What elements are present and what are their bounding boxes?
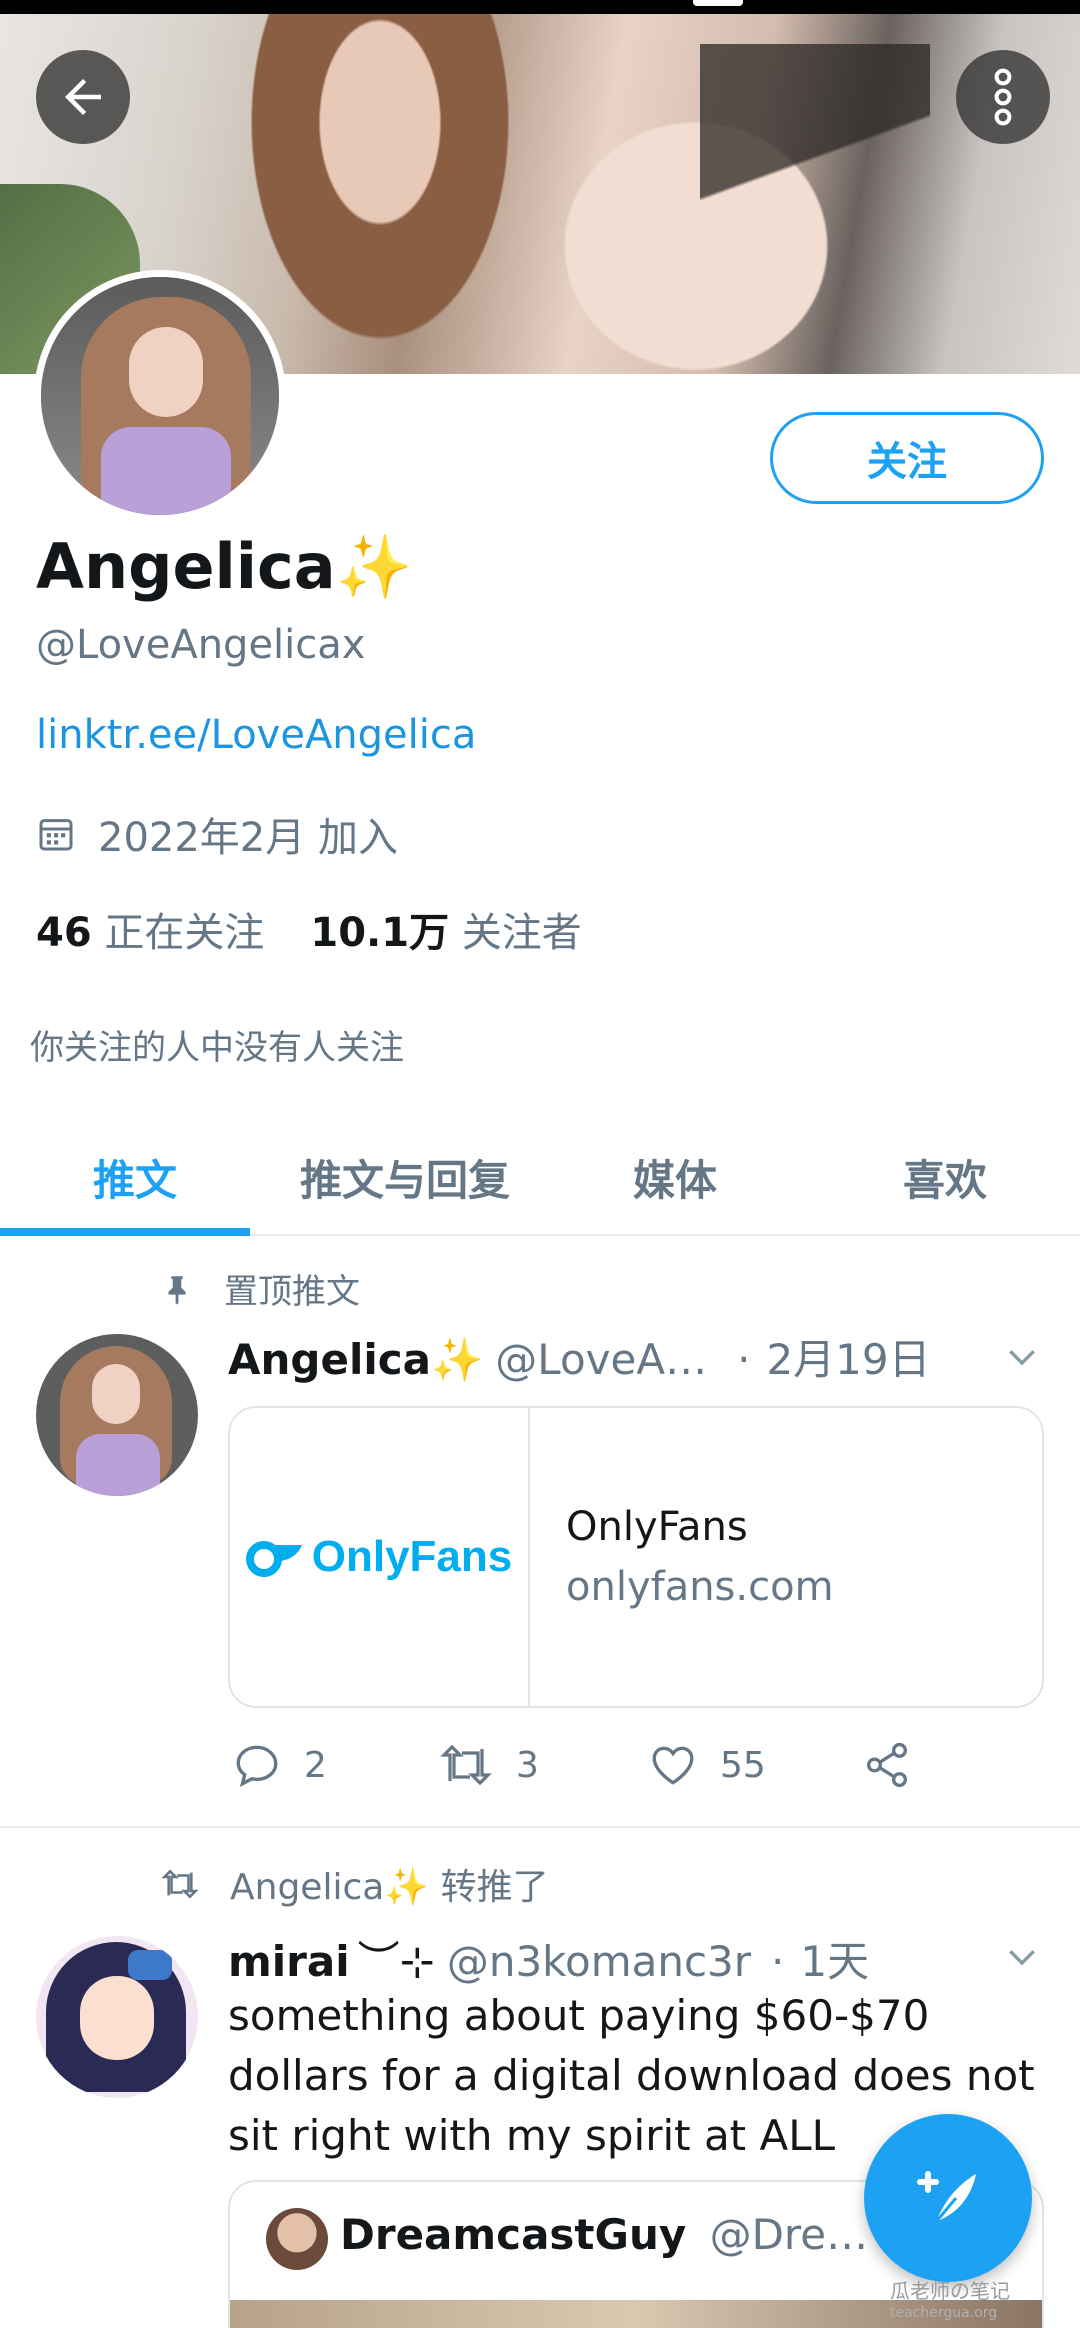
tweet-divider: [0, 1826, 1080, 1828]
tab-likes[interactable]: 喜欢: [810, 1120, 1080, 1234]
profile-name: Angelica✨: [36, 530, 413, 604]
share-button[interactable]: [862, 1740, 912, 1790]
tab-tweets-and-replies[interactable]: 推文与回复: [270, 1120, 540, 1234]
follow-counts: 46 正在关注 10.1万 关注者: [36, 900, 582, 958]
like-icon: [652, 1746, 694, 1785]
reply-button[interactable]: 2: [232, 1740, 438, 1790]
retweet-count: 3: [516, 1744, 539, 1786]
retweet-author-name[interactable]: mirai: [228, 1937, 350, 1986]
more-options-button[interactable]: [956, 50, 1050, 144]
retweet-date[interactable]: 1天: [800, 1928, 869, 1989]
followers-label: 关注者: [461, 910, 582, 956]
tweet-author-handle: @LoveA…: [495, 1335, 708, 1384]
quoted-author-handle: @Dre…: [709, 2210, 869, 2259]
retweet-icon: [440, 1744, 492, 1786]
share-icon: [867, 1742, 907, 1788]
tab-tweets[interactable]: 推文: [0, 1120, 270, 1234]
watermark: 瓜老师の笔记 teachergua.org: [890, 2280, 1010, 2324]
following-count-link[interactable]: 46 正在关注: [36, 900, 264, 958]
quoted-author-name: DreamcastGuy: [340, 2210, 687, 2259]
retweet-name-suffix: ︶⊹: [357, 1937, 435, 1986]
pin-icon: [168, 1275, 186, 1305]
tweet-actions: 2 3 55: [232, 1740, 912, 1790]
profile-website-link[interactable]: linktr.ee/LoveAngelica: [36, 712, 476, 758]
card-text: OnlyFans onlyfans.com: [530, 1408, 834, 1706]
watermark-line2: teachergua.org: [890, 2305, 998, 2321]
pinned-label-row: 置顶推文: [160, 1264, 360, 1313]
banner-figure-legs: [700, 44, 930, 344]
more-vertical-icon: [994, 68, 1012, 126]
retweet-button[interactable]: 3: [438, 1740, 648, 1790]
pinned-label: 置顶推文: [224, 1272, 360, 1312]
tab-media[interactable]: 媒体: [540, 1120, 810, 1234]
chevron-down-icon[interactable]: [1002, 1938, 1042, 1978]
retweet-separator: ·: [771, 1937, 785, 1986]
active-tab-indicator: [0, 1228, 250, 1236]
tweet-author-name[interactable]: Angelica✨: [228, 1335, 483, 1385]
like-count: 55: [720, 1744, 766, 1786]
profile-avatar[interactable]: [34, 270, 286, 522]
profile-tabs: 推文 推文与回复 媒体 喜欢: [0, 1120, 1080, 1236]
followers-count-link[interactable]: 10.1万 关注者: [310, 900, 581, 958]
retweet-header: mirai ︶⊹ @n3komanc3r · 1天: [228, 1928, 869, 1989]
status-indicator: [693, 0, 743, 6]
followers-count: 10.1万: [310, 910, 450, 956]
mutual-followers-text: 你关注的人中没有人关注: [30, 1028, 404, 1068]
follow-button[interactable]: 关注: [770, 412, 1044, 504]
back-arrow-icon: [65, 79, 101, 115]
retweet-small-icon: [161, 1869, 199, 1899]
card-domain: onlyfans.com: [566, 1564, 834, 1610]
back-button[interactable]: [36, 50, 130, 144]
retweet-author-avatar[interactable]: [36, 1936, 198, 2098]
quoted-tweet-header: DreamcastGuy @Dre…: [340, 2210, 868, 2259]
reply-count: 2: [304, 1744, 327, 1786]
profile-handle: @LoveAngelicax: [36, 622, 366, 668]
compose-tweet-button[interactable]: [864, 2114, 1032, 2282]
sparkle-emoji: ✨: [335, 530, 413, 603]
calendar-icon: [39, 819, 73, 851]
quoted-tweet-avatar: [266, 2208, 328, 2270]
pinned-tweet-header: Angelica✨ @LoveA… · 2月19日: [228, 1326, 931, 1387]
like-button[interactable]: 55: [648, 1740, 862, 1790]
joined-text: 2022年2月 加入: [98, 815, 398, 861]
onlyfans-logo-icon: [245, 1541, 302, 1577]
profile-joined: 2022年2月 加入: [36, 805, 398, 863]
profile-name-text: Angelica: [36, 530, 336, 603]
retweeted-by-text[interactable]: Angelica✨ 转推了: [230, 1858, 549, 1910]
card-title: OnlyFans: [566, 1504, 748, 1550]
tweet-date[interactable]: 2月19日: [766, 1326, 930, 1387]
retweet-author-handle: @n3komanc3r: [446, 1937, 752, 1986]
link-card[interactable]: OnlyFans OnlyFans onlyfans.com: [228, 1406, 1044, 1708]
status-bar: [0, 0, 1080, 14]
compose-icon: [917, 2171, 976, 2223]
watermark-line1: 瓜老师の笔记: [890, 2279, 1010, 2303]
card-logo-text: OnlyFans: [311, 1532, 513, 1581]
retweeted-by-row: Angelica✨ 转推了: [160, 1858, 549, 1910]
following-label: 正在关注: [104, 910, 265, 956]
chevron-down-icon[interactable]: [1002, 1338, 1042, 1378]
tweet-separator: ·: [737, 1335, 751, 1384]
reply-icon: [236, 1745, 278, 1787]
card-logo: OnlyFans: [230, 1408, 530, 1706]
tweet-avatar[interactable]: [36, 1334, 198, 1496]
following-count: 46: [36, 910, 92, 956]
